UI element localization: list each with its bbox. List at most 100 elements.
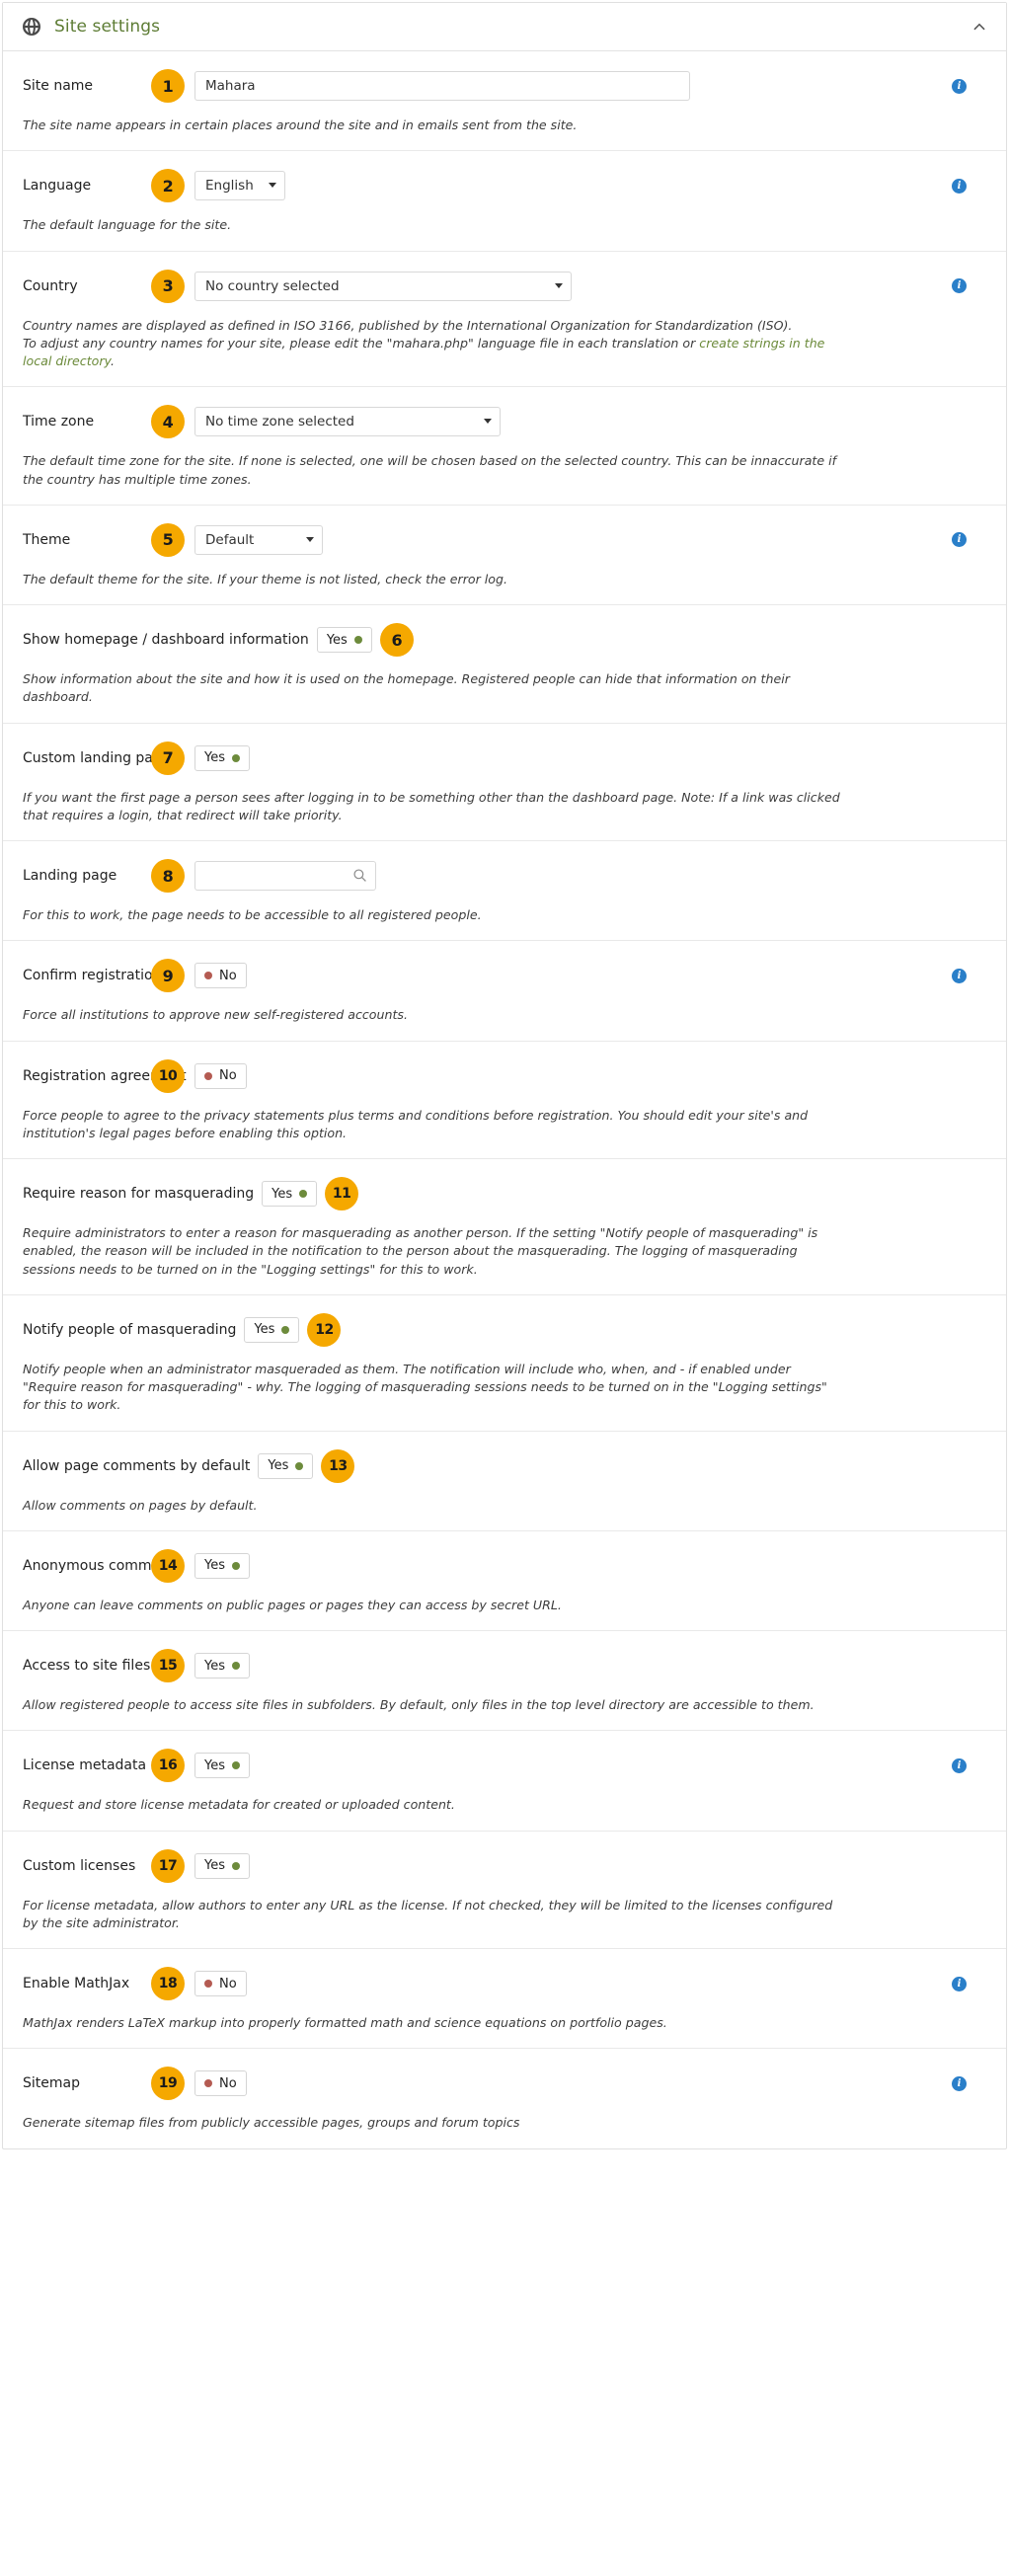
- status-dot-on: [295, 1461, 304, 1470]
- toggle-switch[interactable]: No: [194, 963, 247, 989]
- setting-help-text: Generate sitemap files from publicly acc…: [23, 2115, 520, 2131]
- setting-label: Sitemap: [23, 2075, 80, 2092]
- setting-help-text: The default time zone for the site. If n…: [23, 453, 837, 487]
- row-main: Notify people of masquerading Yes 12: [23, 1312, 986, 1347]
- row-main: Time zone 4 No time zone selected: [23, 405, 986, 439]
- setting-help-text: The site name appears in certain places …: [23, 117, 578, 132]
- setting-control: Yes 11: [262, 1177, 359, 1210]
- setting-help-text: Allow comments on pages by default.: [23, 1497, 258, 1513]
- setting-label: Registration agreement: [23, 1067, 187, 1084]
- select-dropdown[interactable]: Default: [194, 524, 323, 555]
- chevron-up-icon[interactable]: [970, 18, 988, 36]
- setting-control: Yes 6: [316, 623, 414, 657]
- toggle-switch[interactable]: No: [194, 2070, 247, 2097]
- setting-label: Time zone: [23, 414, 95, 430]
- setting-control: 17 Yes: [151, 1848, 250, 1883]
- step-badge-6: 6: [379, 623, 414, 657]
- select-dropdown[interactable]: No time zone selected: [194, 407, 501, 437]
- toggle-switch[interactable]: Yes: [194, 1653, 250, 1678]
- info-icon[interactable]: i: [952, 968, 967, 983]
- site-name-input[interactable]: [194, 71, 690, 101]
- toggle-label: No: [219, 968, 237, 983]
- setting-row-allow-page-comments-by-default: Allow page comments by default Yes 13 Allow…: [3, 1432, 1006, 1531]
- row-main: Site name 1 i: [23, 69, 986, 103]
- setting-label: Theme: [23, 531, 71, 548]
- panel-header-site-settings[interactable]: Site settings: [3, 3, 1006, 51]
- toggle-label: Yes: [204, 1658, 225, 1674]
- select-dropdown[interactable]: No country selected: [194, 271, 572, 301]
- toggle-label: Yes: [268, 1458, 289, 1473]
- setting-help-text: Show information about the site and how …: [23, 671, 790, 705]
- setting-row-enable-mathjax: Enable MathJax 18 No i MathJax renders LaTeX…: [3, 1949, 1006, 2050]
- setting-help-text: Force people to agree to the privacy sta…: [23, 1107, 809, 1140]
- info-icon[interactable]: i: [952, 178, 967, 194]
- toggle-switch[interactable]: Yes: [194, 1552, 250, 1579]
- step-badge-16: 16: [151, 1749, 185, 1783]
- step-badge-18: 18: [151, 1967, 185, 2000]
- setting-row-time-zone: Time zone 4 No time zone selected The defau…: [3, 387, 1006, 506]
- select-wrapper: No time zone selected: [194, 407, 501, 437]
- setting-label: Notify people of masquerading: [23, 1321, 237, 1338]
- row-main: License metadata 16 Yes i: [23, 1749, 986, 1783]
- setting-help-text: Notify people when an administrator masq…: [23, 1361, 827, 1413]
- toggle-switch[interactable]: Yes: [316, 627, 372, 653]
- status-dot-on: [281, 1325, 290, 1334]
- step-badge-11: 11: [325, 1177, 359, 1210]
- step-badge-17: 17: [151, 1848, 185, 1883]
- setting-row-access-to-site-files: Access to site files 15 Yes Allow registere…: [3, 1631, 1006, 1732]
- setting-label: Site name: [23, 78, 94, 94]
- row-main: Language 2 English i: [23, 169, 986, 203]
- info-icon[interactable]: i: [952, 1757, 967, 1773]
- setting-label: Landing page: [23, 868, 117, 884]
- setting-label: Custom landing page: [23, 749, 171, 766]
- toggle-switch[interactable]: Yes: [194, 1753, 250, 1779]
- status-dot-off: [204, 972, 212, 980]
- step-badge-19: 19: [151, 2067, 185, 2101]
- setting-row-sitemap: Sitemap 19 No i Generate sitemap files from …: [3, 2049, 1006, 2147]
- setting-control: 7 Yes: [151, 741, 250, 775]
- settings-rows: Site name 1 i The site name appears in cert…: [3, 51, 1006, 2148]
- info-icon[interactable]: i: [952, 1976, 967, 1991]
- setting-control: Yes 12: [244, 1312, 342, 1347]
- toggle-switch[interactable]: Yes: [244, 1316, 300, 1343]
- setting-row-require-reason-for-masquerading: Require reason for masquerading Yes 11 Requ…: [3, 1159, 1006, 1295]
- setting-label: Enable MathJax: [23, 1976, 130, 1991]
- setting-control: 8: [151, 859, 376, 893]
- setting-help-text: Anyone can leave comments on public page…: [23, 1597, 562, 1612]
- setting-row-country: Country 3 No country selected i Country name…: [3, 252, 1006, 388]
- row-main: Confirm registration 9 No i: [23, 959, 986, 993]
- toggle-switch[interactable]: Yes: [194, 744, 250, 771]
- row-main: Registration agreement 10 No: [23, 1058, 986, 1093]
- info-icon[interactable]: i: [952, 2075, 967, 2091]
- status-dot-on: [232, 1761, 240, 1770]
- toggle-switch[interactable]: No: [194, 1062, 247, 1089]
- info-icon[interactable]: i: [952, 278, 967, 293]
- select-dropdown[interactable]: English: [194, 171, 285, 201]
- setting-control: 19 No: [151, 2067, 247, 2101]
- row-main: Custom licenses 17 Yes: [23, 1848, 986, 1883]
- select-wrapper: Default: [194, 524, 323, 555]
- setting-help-text: Country names are displayed as defined i…: [23, 317, 825, 369]
- globe-icon: [23, 18, 40, 36]
- toggle-switch[interactable]: Yes: [262, 1181, 318, 1207]
- landing-page-search-input[interactable]: [194, 861, 376, 891]
- step-badge-7: 7: [151, 741, 185, 775]
- toggle-switch[interactable]: No: [194, 1971, 247, 1996]
- setting-control: 15 Yes: [151, 1649, 250, 1682]
- setting-label: Anonymous comments: [23, 1557, 182, 1574]
- toggle-switch[interactable]: Yes: [258, 1452, 314, 1479]
- info-icon[interactable]: i: [952, 532, 967, 548]
- setting-control: 5 Default: [151, 522, 323, 557]
- setting-control: 3 No country selected: [151, 269, 572, 303]
- step-badge-14: 14: [151, 1548, 185, 1583]
- step-badge-5: 5: [151, 522, 185, 557]
- site-settings-page: Site settings Site name 1 i The site name a…: [0, 2, 1009, 2149]
- setting-row-landing-page: Landing page 8 For this to work, the page …: [3, 841, 1006, 942]
- help-text-tail: .: [111, 353, 116, 368]
- local-directory-link[interactable]: create strings in the local directory: [23, 336, 824, 368]
- row-main: Custom landing page 7 Yes: [23, 741, 986, 775]
- toggle-switch[interactable]: Yes: [194, 1852, 250, 1879]
- info-icon[interactable]: i: [952, 78, 967, 94]
- toggle-label: No: [219, 1068, 237, 1083]
- setting-label: Show homepage / dashboard information: [23, 632, 309, 648]
